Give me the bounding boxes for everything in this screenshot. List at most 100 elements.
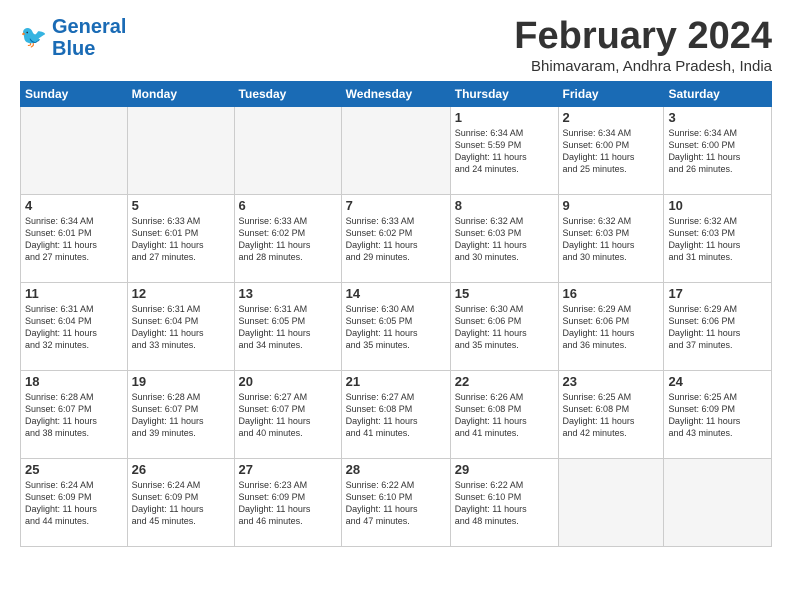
- day-number: 29: [455, 462, 554, 477]
- day-info: Sunrise: 6:25 AM Sunset: 6:09 PM Dayligh…: [668, 391, 767, 440]
- day-number: 21: [346, 374, 446, 389]
- day-number: 6: [239, 198, 337, 213]
- day-number: 26: [132, 462, 230, 477]
- day-number: 17: [668, 286, 767, 301]
- day-info: Sunrise: 6:25 AM Sunset: 6:08 PM Dayligh…: [563, 391, 660, 440]
- day-number: 3: [668, 110, 767, 125]
- calendar-cell: 26 Sunrise: 6:24 AM Sunset: 6:09 PM Dayli…: [127, 458, 234, 546]
- day-number: 12: [132, 286, 230, 301]
- month-title: February 2024: [514, 16, 772, 58]
- calendar-cell: 27Sunrise: 6:23 AM Sunset: 6:09 PM Dayli…: [234, 458, 341, 546]
- day-info: Sunrise: 6:34 AM Sunset: 6:00 PM Dayligh…: [668, 127, 767, 176]
- day-number: 5: [132, 198, 230, 213]
- day-info: Sunrise: 6:29 AM Sunset: 6:06 PM Dayligh…: [668, 303, 767, 352]
- logo-icon: 🐦: [20, 24, 48, 52]
- col-monday: Monday: [127, 81, 234, 106]
- col-tuesday: Tuesday: [234, 81, 341, 106]
- calendar-cell: [234, 106, 341, 194]
- logo-line2: Blue: [52, 38, 95, 60]
- calendar-table: Sunday Monday Tuesday Wednesday Thursday…: [20, 81, 772, 547]
- day-number: 23: [563, 374, 660, 389]
- day-info: Sunrise: 6:31 AM Sunset: 6:04 PM Dayligh…: [132, 303, 230, 352]
- week-row-3: 18 Sunrise: 6:28 AM Sunset: 6:07 PM Dayli…: [21, 370, 772, 458]
- calendar-cell: 3 Sunrise: 6:34 AM Sunset: 6:00 PM Daylig…: [664, 106, 772, 194]
- day-number: 11: [25, 286, 123, 301]
- day-number: 13: [239, 286, 337, 301]
- calendar-cell: 15 Sunrise: 6:30 AM Sunset: 6:06 PM Dayli…: [450, 282, 558, 370]
- day-info: Sunrise: 6:27 AM Sunset: 6:08 PM Dayligh…: [346, 391, 446, 440]
- week-row-1: 4 Sunrise: 6:34 AM Sunset: 6:01 PM Daylig…: [21, 194, 772, 282]
- calendar-cell: 18 Sunrise: 6:28 AM Sunset: 6:07 PM Dayli…: [21, 370, 128, 458]
- day-number: 16: [563, 286, 660, 301]
- calendar-cell: 5Sunrise: 6:33 AM Sunset: 6:01 PM Daylig…: [127, 194, 234, 282]
- calendar-cell: [341, 106, 450, 194]
- calendar-cell: 28 Sunrise: 6:22 AM Sunset: 6:10 PM Dayli…: [341, 458, 450, 546]
- calendar-cell: 24 Sunrise: 6:25 AM Sunset: 6:09 PM Dayli…: [664, 370, 772, 458]
- day-number: 8: [455, 198, 554, 213]
- day-number: 24: [668, 374, 767, 389]
- col-saturday: Saturday: [664, 81, 772, 106]
- logo-line1: General: [52, 16, 126, 38]
- day-info: Sunrise: 6:22 AM Sunset: 6:10 PM Dayligh…: [346, 479, 446, 528]
- title-block: February 2024 Bhimavaram, Andhra Pradesh…: [514, 16, 772, 75]
- logo: 🐦 General Blue: [20, 16, 126, 60]
- day-number: 22: [455, 374, 554, 389]
- day-number: 7: [346, 198, 446, 213]
- header-row: Sunday Monday Tuesday Wednesday Thursday…: [21, 81, 772, 106]
- day-info: Sunrise: 6:31 AM Sunset: 6:05 PM Dayligh…: [239, 303, 337, 352]
- day-number: 28: [346, 462, 446, 477]
- svg-text:🐦: 🐦: [20, 24, 47, 49]
- calendar-cell: 13 Sunrise: 6:31 AM Sunset: 6:05 PM Dayli…: [234, 282, 341, 370]
- day-info: Sunrise: 6:24 AM Sunset: 6:09 PM Dayligh…: [25, 479, 123, 528]
- day-info: Sunrise: 6:22 AM Sunset: 6:10 PM Dayligh…: [455, 479, 554, 528]
- page: 🐦 General Blue February 2024 Bhimavaram,…: [0, 0, 792, 557]
- calendar-cell: 21 Sunrise: 6:27 AM Sunset: 6:08 PM Dayli…: [341, 370, 450, 458]
- day-info: Sunrise: 6:24 AM Sunset: 6:09 PM Dayligh…: [132, 479, 230, 528]
- day-number: 4: [25, 198, 123, 213]
- day-info: Sunrise: 6:30 AM Sunset: 6:05 PM Dayligh…: [346, 303, 446, 352]
- calendar-cell: 10Sunrise: 6:32 AM Sunset: 6:03 PM Dayli…: [664, 194, 772, 282]
- day-info: Sunrise: 6:34 AM Sunset: 5:59 PM Dayligh…: [455, 127, 554, 176]
- day-info: Sunrise: 6:26 AM Sunset: 6:08 PM Dayligh…: [455, 391, 554, 440]
- calendar-cell: 2Sunrise: 6:34 AM Sunset: 6:00 PM Daylig…: [558, 106, 664, 194]
- day-number: 18: [25, 374, 123, 389]
- day-number: 19: [132, 374, 230, 389]
- calendar-cell: 4 Sunrise: 6:34 AM Sunset: 6:01 PM Daylig…: [21, 194, 128, 282]
- day-number: 20: [239, 374, 337, 389]
- calendar-cell: 22 Sunrise: 6:26 AM Sunset: 6:08 PM Dayli…: [450, 370, 558, 458]
- day-number: 1: [455, 110, 554, 125]
- calendar-cell: 6 Sunrise: 6:33 AM Sunset: 6:02 PM Daylig…: [234, 194, 341, 282]
- calendar-cell: 16 Sunrise: 6:29 AM Sunset: 6:06 PM Dayli…: [558, 282, 664, 370]
- day-info: Sunrise: 6:28 AM Sunset: 6:07 PM Dayligh…: [25, 391, 123, 440]
- calendar-cell: 17 Sunrise: 6:29 AM Sunset: 6:06 PM Dayli…: [664, 282, 772, 370]
- day-number: 14: [346, 286, 446, 301]
- day-info: Sunrise: 6:31 AM Sunset: 6:04 PM Dayligh…: [25, 303, 123, 352]
- day-info: Sunrise: 6:33 AM Sunset: 6:02 PM Dayligh…: [239, 215, 337, 264]
- day-info: Sunrise: 6:28 AM Sunset: 6:07 PM Dayligh…: [132, 391, 230, 440]
- col-friday: Friday: [558, 81, 664, 106]
- calendar-cell: [558, 458, 664, 546]
- day-number: 25: [25, 462, 123, 477]
- location: Bhimavaram, Andhra Pradesh, India: [514, 58, 772, 75]
- calendar-cell: 25 Sunrise: 6:24 AM Sunset: 6:09 PM Dayli…: [21, 458, 128, 546]
- calendar-cell: 8Sunrise: 6:32 AM Sunset: 6:03 PM Daylig…: [450, 194, 558, 282]
- logo-text: General Blue: [52, 16, 126, 60]
- calendar-cell: [127, 106, 234, 194]
- day-info: Sunrise: 6:32 AM Sunset: 6:03 PM Dayligh…: [563, 215, 660, 264]
- day-info: Sunrise: 6:27 AM Sunset: 6:07 PM Dayligh…: [239, 391, 337, 440]
- calendar-cell: 7Sunrise: 6:33 AM Sunset: 6:02 PM Daylig…: [341, 194, 450, 282]
- week-row-0: 1 Sunrise: 6:34 AM Sunset: 5:59 PM Daylig…: [21, 106, 772, 194]
- calendar-cell: 9Sunrise: 6:32 AM Sunset: 6:03 PM Daylig…: [558, 194, 664, 282]
- calendar-cell: 1 Sunrise: 6:34 AM Sunset: 5:59 PM Daylig…: [450, 106, 558, 194]
- day-info: Sunrise: 6:29 AM Sunset: 6:06 PM Dayligh…: [563, 303, 660, 352]
- day-info: Sunrise: 6:30 AM Sunset: 6:06 PM Dayligh…: [455, 303, 554, 352]
- col-wednesday: Wednesday: [341, 81, 450, 106]
- day-number: 27: [239, 462, 337, 477]
- calendar-cell: 12 Sunrise: 6:31 AM Sunset: 6:04 PM Dayli…: [127, 282, 234, 370]
- calendar-cell: 11 Sunrise: 6:31 AM Sunset: 6:04 PM Dayli…: [21, 282, 128, 370]
- calendar-cell: 19 Sunrise: 6:28 AM Sunset: 6:07 PM Dayli…: [127, 370, 234, 458]
- day-number: 15: [455, 286, 554, 301]
- calendar-cell: 29 Sunrise: 6:22 AM Sunset: 6:10 PM Dayli…: [450, 458, 558, 546]
- day-info: Sunrise: 6:34 AM Sunset: 6:01 PM Dayligh…: [25, 215, 123, 264]
- day-number: 2: [563, 110, 660, 125]
